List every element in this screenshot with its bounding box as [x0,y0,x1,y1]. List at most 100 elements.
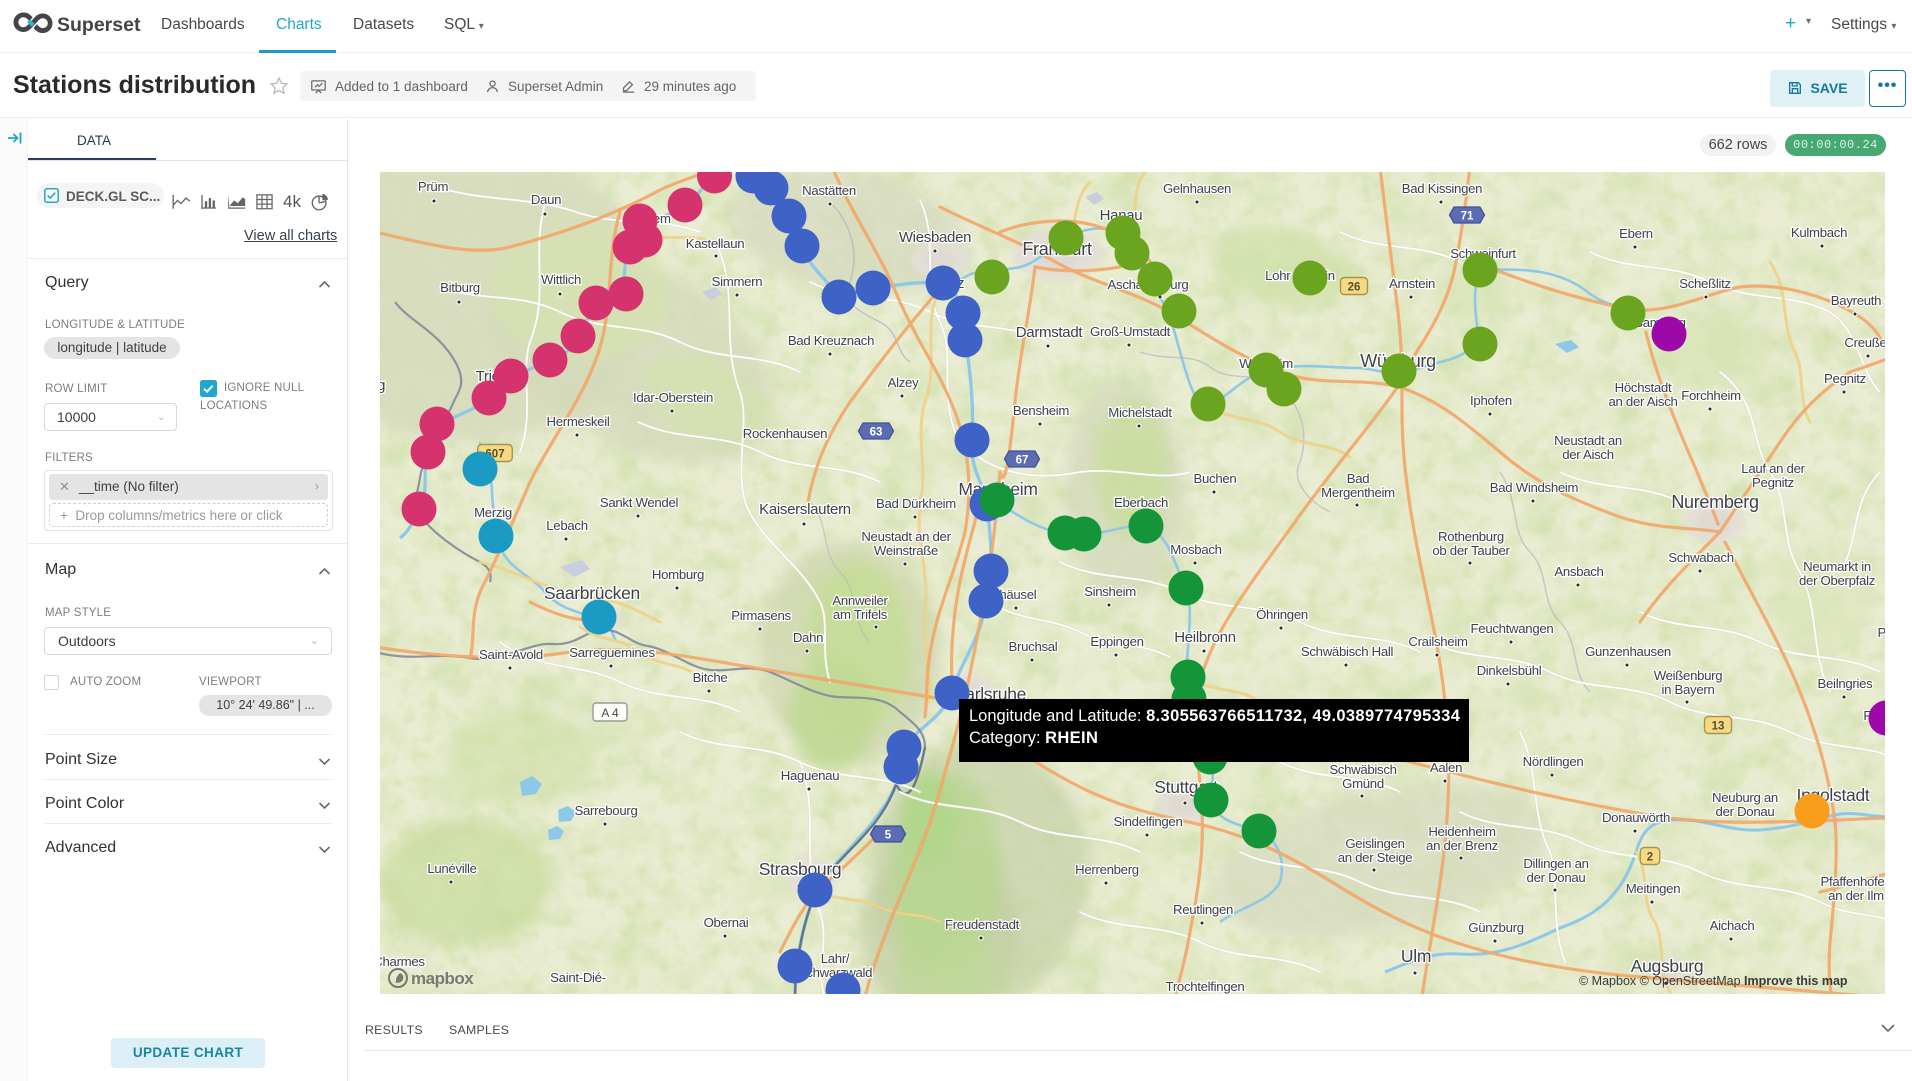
svg-text:Pfaffenhofen: Pfaffenhofen [1821,874,1885,889]
svg-text:Scheßlitz: Scheßlitz [1679,276,1731,291]
svg-text:Nuremberg: Nuremberg [1671,492,1758,512]
svg-text:Eppingen: Eppingen [1090,634,1143,649]
svg-text:Bayreuth: Bayreuth [1831,293,1881,308]
svg-text:Aalen: Aalen [1430,760,1462,775]
svg-text:Kastellaun: Kastellaun [686,236,745,251]
svg-text:Hermeskeil: Hermeskeil [547,414,610,429]
svg-text:Saint-Dié-: Saint-Dié- [550,970,606,985]
svg-text:Bad Kissingen: Bad Kissingen [1402,181,1482,196]
svg-text:Reutlingen: Reutlingen [1173,902,1233,917]
svg-text:Michelstadt: Michelstadt [1108,405,1172,420]
svg-text:an der Ilm: an der Ilm [1828,888,1884,903]
svg-text:Neuburg an: Neuburg an [1712,790,1778,805]
svg-text:Nastätten: Nastätten [802,183,856,198]
svg-text:der Donau: der Donau [1527,870,1586,885]
svg-text:Günzburg: Günzburg [1468,920,1524,935]
svg-text:Lebach: Lebach [546,518,587,533]
svg-text:Daun: Daun [531,192,561,207]
svg-text:Gmünd: Gmünd [1342,776,1384,791]
svg-text:Eberbach: Eberbach [1114,495,1168,510]
svg-text:Feuchtwangen: Feuchtwangen [1471,621,1554,636]
svg-text:Bitburg: Bitburg [440,280,480,295]
svg-text:Bad Dürkheim: Bad Dürkheim [876,496,956,511]
svg-text:Saint-Avold: Saint-Avold [479,647,543,662]
svg-text:Donauwörth: Donauwörth [1602,810,1670,825]
svg-text:Parsberg: Parsberg [1877,625,1885,640]
svg-text:Sindelfingen: Sindelfingen [1114,814,1183,829]
svg-text:ob der Tauber: ob der Tauber [1432,543,1510,558]
svg-text:Simmern: Simmern [712,274,763,289]
svg-text:Bad Windsheim: Bad Windsheim [1490,480,1579,495]
svg-text:Pegnitz: Pegnitz [1752,475,1794,490]
svg-text:Groß-Umstadt: Groß-Umstadt [1090,324,1171,339]
svg-text:Wiesbaden: Wiesbaden [899,229,971,246]
svg-text:Freudenstadt: Freudenstadt [945,917,1020,932]
svg-text:Pirmasens: Pirmasens [731,608,791,623]
svg-text:Lahr/: Lahr/ [821,951,850,966]
svg-text:67: 67 [1016,455,1029,467]
svg-text:Creußen: Creußen [1844,335,1885,350]
svg-text:der Donau: der Donau [1716,804,1775,819]
svg-text:am Trifels: am Trifels [833,607,888,622]
svg-text:Strasbourg: Strasbourg [759,859,842,879]
svg-text:Rothenburg: Rothenburg [1438,529,1504,544]
svg-text:Weißenburg: Weißenburg [1654,668,1723,683]
svg-text:Prüm: Prüm [418,179,449,194]
svg-text:in Bayern: in Bayern [1661,682,1714,697]
svg-text:Dahn: Dahn [793,630,823,645]
svg-text:Bruchsal: Bruchsal [1009,639,1058,654]
svg-text:Ulm: Ulm [1401,946,1431,966]
svg-text:Heilbronn: Heilbronn [1174,629,1236,646]
svg-text:Obernai: Obernai [704,915,749,930]
svg-text:Homburg: Homburg [652,567,704,582]
svg-text:Trochtelfingen: Trochtelfingen [1166,979,1245,994]
svg-text:Ansbach: Ansbach [1554,564,1603,579]
svg-text:Schwabach: Schwabach [1668,550,1733,565]
svg-text:Iphofen: Iphofen [1470,393,1512,408]
svg-text:Augsburg: Augsburg [1631,956,1704,976]
svg-text:Weinstraße: Weinstraße [874,543,938,558]
svg-text:Geislingen: Geislingen [1345,836,1404,851]
svg-text:13: 13 [1712,721,1725,733]
svg-text:Luxembourg: Luxembourg [380,377,385,394]
svg-text:der Oberpfalz: der Oberpfalz [1799,573,1875,588]
svg-text:Bad Kreuznach: Bad Kreuznach [788,333,874,348]
svg-text:Gelnhausen: Gelnhausen [1163,181,1231,196]
svg-text:Höchstadt: Höchstadt [1615,380,1672,395]
svg-text:Aichach: Aichach [1710,918,1755,933]
svg-text:Kulmbach: Kulmbach [1791,225,1847,240]
svg-text:Öhringen: Öhringen [1256,607,1308,622]
svg-text:Dinkelsbühl: Dinkelsbühl [1477,663,1542,678]
svg-text:Lunéville: Lunéville [427,861,476,876]
svg-text:Bad: Bad [1347,471,1370,486]
svg-text:Ebern: Ebern [1619,226,1653,241]
svg-text:Arnstein: Arnstein [1389,276,1435,291]
svg-text:Beilngries: Beilngries [1818,676,1874,691]
svg-text:A 4: A 4 [601,706,619,720]
svg-text:an der Steige: an der Steige [1338,850,1413,865]
svg-text:Sarrebourg: Sarrebourg [575,803,638,818]
svg-text:5: 5 [885,830,892,842]
svg-text:Sankt Wendel: Sankt Wendel [600,495,679,510]
svg-text:2: 2 [1647,852,1653,864]
svg-text:Saarbrücken: Saarbrücken [544,583,640,603]
svg-text:Mosbach: Mosbach [1170,542,1221,557]
svg-text:Heidenheim: Heidenheim [1428,824,1496,839]
svg-text:Haguenau: Haguenau [781,768,839,783]
svg-text:an der Aisch: an der Aisch [1609,394,1678,409]
svg-text:Bensheim: Bensheim [1013,403,1070,418]
svg-text:Herrenberg: Herrenberg [1075,862,1139,877]
svg-text:Nördlingen: Nördlingen [1523,754,1584,769]
svg-text:Dillingen an: Dillingen an [1523,856,1588,871]
svg-text:Crailsheim: Crailsheim [1408,634,1468,649]
svg-text:der Aisch: der Aisch [1562,447,1614,462]
svg-text:an der Brenz: an der Brenz [1426,838,1498,853]
svg-text:Neumarkt in: Neumarkt in [1803,559,1871,574]
svg-text:Mergentheim: Mergentheim [1321,485,1395,500]
svg-text:Sinsheim: Sinsheim [1084,584,1136,599]
svg-text:26: 26 [1348,282,1361,294]
svg-text:Idar-Oberstein: Idar-Oberstein [633,390,713,405]
svg-text:Wittlich: Wittlich [541,272,581,287]
svg-text:Sarreguemines: Sarreguemines [569,645,655,660]
svg-text:Charmes: Charmes [380,954,425,969]
